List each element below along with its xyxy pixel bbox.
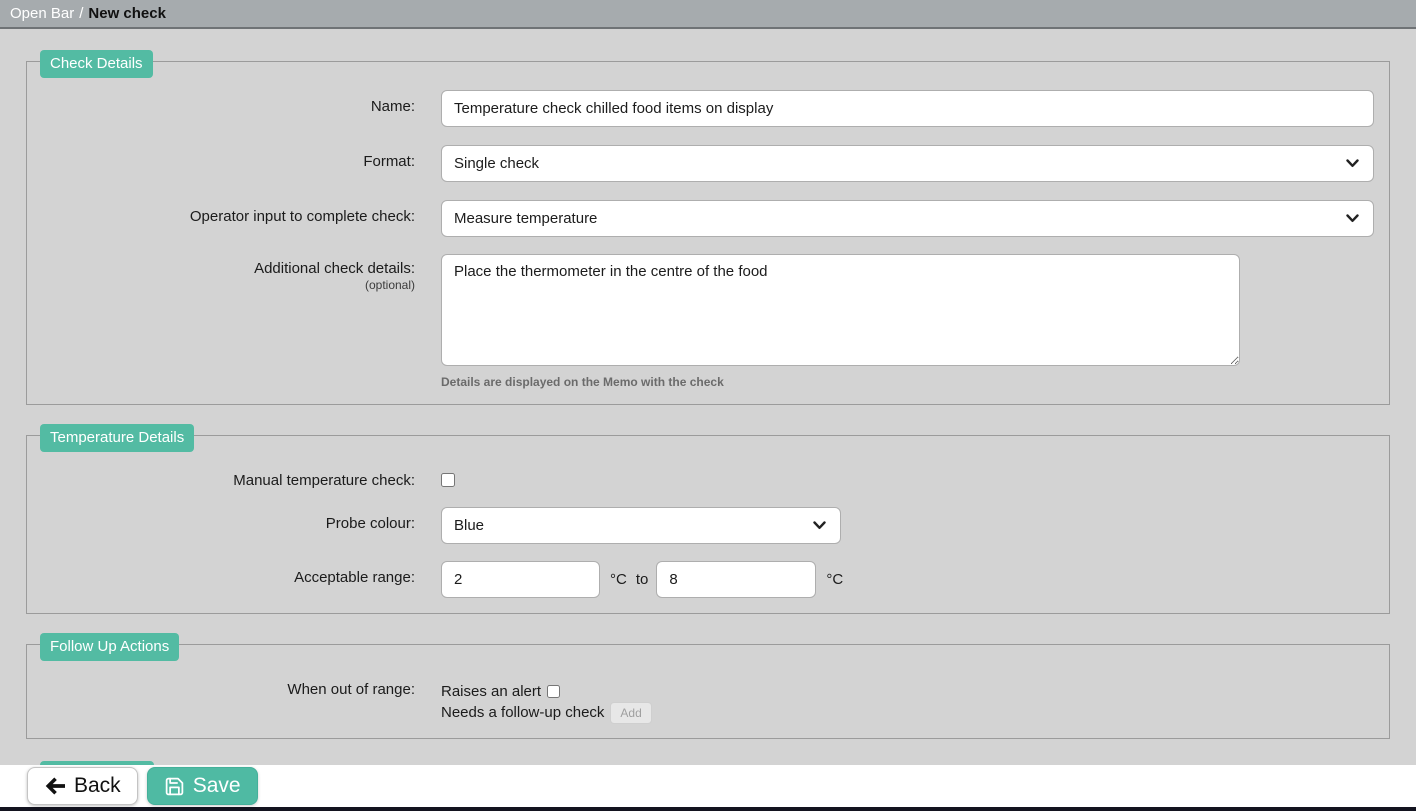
range-min-input[interactable] <box>441 561 600 598</box>
probe-colour-label: Probe colour: <box>27 507 415 544</box>
footer-action-bar: Back Save <box>0 765 1416 811</box>
additional-details-label: Additional check details: <box>254 260 415 277</box>
when-out-of-range-row: When out of range: Raises an alert Needs… <box>27 673 1375 723</box>
additional-details-textarea[interactable]: Place the thermometer in the centre of t… <box>441 254 1240 366</box>
format-label: Format: <box>27 145 415 182</box>
breadcrumb-separator: / <box>79 5 83 22</box>
breadcrumb: Open Bar / New check <box>0 0 1416 29</box>
floppy-disk-icon <box>164 776 185 797</box>
format-select-value: Single check <box>454 155 539 172</box>
probe-colour-select-value: Blue <box>454 517 484 534</box>
range-to-text: to <box>636 571 649 588</box>
chevron-down-icon <box>813 521 826 530</box>
temperature-details-section: Temperature Details Manual temperature c… <box>26 435 1390 614</box>
name-row: Name: <box>27 90 1375 127</box>
range-max-input[interactable] <box>656 561 816 598</box>
temperature-details-legend: Temperature Details <box>40 424 194 452</box>
operator-input-label: Operator input to complete check: <box>27 200 415 237</box>
range-min-unit: °C <box>610 571 627 588</box>
add-followup-button[interactable]: Add <box>610 702 651 724</box>
arrow-left-icon <box>44 776 66 796</box>
save-button-label: Save <box>193 774 241 798</box>
probe-colour-row: Probe colour: Blue <box>27 507 1375 544</box>
acceptable-range-row: Acceptable range: °C to °C <box>27 561 1375 598</box>
breadcrumb-app-link[interactable]: Open Bar <box>10 5 74 22</box>
raises-alert-label: Raises an alert <box>441 683 541 700</box>
acceptable-range-label: Acceptable range: <box>27 561 415 598</box>
save-button[interactable]: Save <box>147 767 258 805</box>
chevron-down-icon <box>1346 159 1359 168</box>
details-memo-note: Details are displayed on the Memo with t… <box>441 375 1375 389</box>
raises-alert-checkbox[interactable] <box>547 685 560 698</box>
form-content: Check Details Name: Format: Single check… <box>0 61 1416 811</box>
name-input[interactable] <box>441 90 1374 127</box>
name-label: Name: <box>27 90 415 127</box>
follow-up-actions-legend: Follow Up Actions <box>40 633 179 661</box>
manual-check-label: Manual temperature check: <box>27 464 415 492</box>
check-details-legend: Check Details <box>40 50 153 78</box>
operator-input-select[interactable]: Measure temperature <box>441 200 1374 237</box>
optional-hint: (optional) <box>27 278 415 292</box>
operator-input-row: Operator input to complete check: Measur… <box>27 200 1375 237</box>
follow-up-actions-section: Follow Up Actions When out of range: Rai… <box>26 644 1390 739</box>
needs-followup-label: Needs a follow-up check <box>441 704 604 721</box>
additional-details-row: Additional check details: (optional) Pla… <box>27 254 1375 389</box>
when-out-of-range-label: When out of range: <box>27 673 415 723</box>
chevron-down-icon <box>1346 214 1359 223</box>
range-max-unit: °C <box>826 571 843 588</box>
back-button-label: Back <box>74 774 121 798</box>
breadcrumb-current-page: New check <box>88 5 166 22</box>
format-select[interactable]: Single check <box>441 145 1374 182</box>
operator-input-select-value: Measure temperature <box>454 210 597 227</box>
manual-check-row: Manual temperature check: <box>27 464 1375 492</box>
format-row: Format: Single check <box>27 145 1375 182</box>
manual-check-checkbox[interactable] <box>441 473 455 487</box>
back-button[interactable]: Back <box>27 767 138 805</box>
check-details-section: Check Details Name: Format: Single check… <box>26 61 1390 405</box>
probe-colour-select[interactable]: Blue <box>441 507 841 544</box>
